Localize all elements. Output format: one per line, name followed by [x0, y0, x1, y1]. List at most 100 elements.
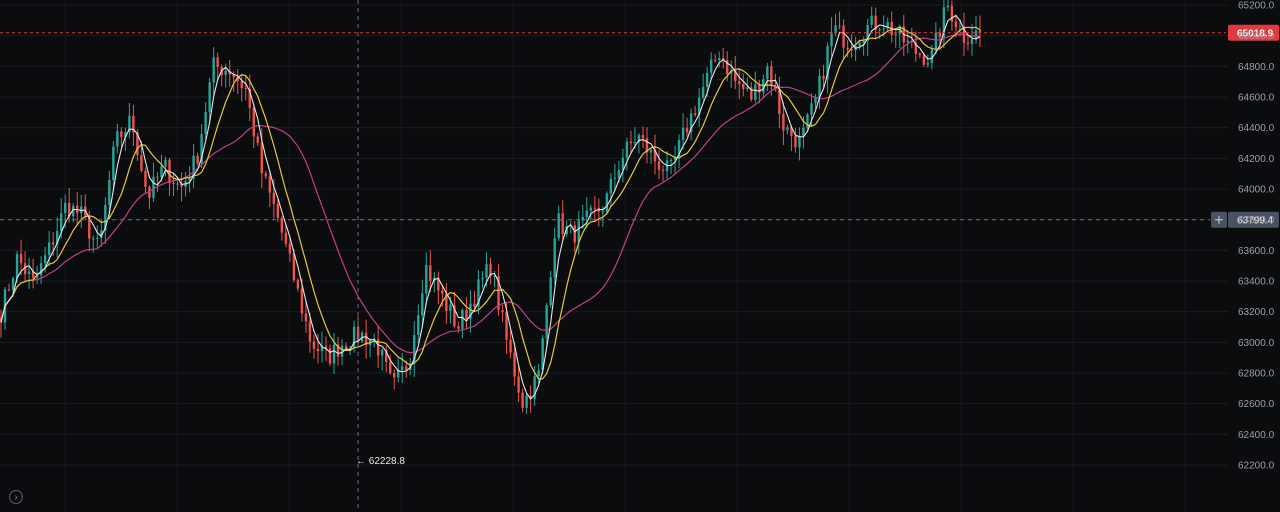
- candle-body: [822, 75, 825, 79]
- candle-body: [441, 290, 444, 294]
- candle-body: [164, 159, 167, 167]
- candle-body: [11, 278, 15, 290]
- candle-body: [288, 243, 292, 254]
- candle-body: [545, 305, 548, 339]
- candle-body: [581, 217, 584, 221]
- candle-body: [894, 34, 897, 36]
- y-tick-label: 65000.0: [1238, 31, 1275, 42]
- candle-body: [786, 127, 789, 131]
- y-tick-label: 62600.0: [1238, 399, 1275, 410]
- candle-body: [918, 53, 922, 56]
- candle-body: [156, 176, 159, 178]
- grid: [0, 0, 1228, 512]
- candle-body: [629, 141, 633, 144]
- candle-body: [858, 42, 861, 46]
- candle-body: [926, 62, 930, 65]
- candle-body: [421, 293, 424, 316]
- candle-body: [216, 57, 219, 67]
- price-chart[interactable]: 65018.963799.4← 62228.8 65200.0 65000.0 64…: [0, 0, 1280, 512]
- candle-body: [152, 176, 155, 199]
- chevron-right-circle-icon[interactable]: ›: [9, 490, 23, 504]
- candle-body: [380, 349, 384, 356]
- candle-body: [473, 303, 476, 307]
- candle-body: [557, 213, 560, 239]
- candle-body: [260, 142, 263, 174]
- candle-body: [144, 170, 147, 187]
- candle-body: [958, 26, 962, 28]
- y-tick-label: 63600.0: [1238, 246, 1275, 257]
- candle-body: [316, 348, 320, 352]
- candle-body: [549, 277, 552, 306]
- candle-body: [685, 127, 689, 133]
- candle-body: [204, 111, 207, 135]
- candle-body: [292, 253, 296, 281]
- candle-body: [806, 114, 809, 128]
- candle-body: [601, 211, 605, 213]
- candle-body: [705, 72, 709, 87]
- candle-body: [838, 25, 841, 27]
- candle-body: [208, 82, 211, 112]
- moving-averages: [0, 14, 981, 400]
- candle-body: [59, 213, 63, 231]
- candle-body: [605, 193, 609, 212]
- candle-body: [633, 141, 637, 144]
- low-marker-label: ← 62228.8: [356, 456, 405, 467]
- candle-body: [27, 271, 31, 275]
- y-tick-label: 62800.0: [1238, 369, 1275, 380]
- candle-body: [457, 326, 460, 329]
- y-tick-label: 63200.0: [1238, 307, 1275, 318]
- candle-body: [401, 366, 404, 371]
- candle-body: [304, 313, 308, 322]
- candle-body: [974, 30, 978, 40]
- candle-body: [417, 315, 420, 335]
- y-tick-label: 62200.0: [1238, 461, 1275, 472]
- candle-body: [613, 177, 617, 179]
- candle-body: [946, 5, 950, 8]
- candle-body: [625, 141, 629, 158]
- candle-body: [573, 225, 576, 243]
- candle-body: [718, 58, 721, 61]
- candle-body: [782, 114, 785, 131]
- candle-body: [284, 232, 288, 244]
- candle-body: [224, 70, 227, 76]
- candle-body: [834, 25, 837, 33]
- candle-body: [681, 127, 685, 141]
- candle-body: [172, 183, 175, 185]
- candle-body: [509, 339, 512, 353]
- candle-body: [950, 5, 954, 22]
- candle-body: [112, 146, 115, 181]
- candle-body: [212, 57, 215, 83]
- candle-body: [268, 176, 272, 193]
- candle-body: [272, 192, 276, 204]
- candle-body: [300, 288, 304, 314]
- candle-body: [561, 213, 564, 235]
- candle-body: [657, 161, 661, 170]
- candle-body: [276, 203, 280, 218]
- candle-body: [878, 29, 881, 31]
- y-tick-label: 65200.0: [1238, 1, 1275, 12]
- candle-body: [870, 15, 873, 25]
- candle-body: [43, 255, 47, 264]
- candle-body: [63, 202, 67, 214]
- candle-body: [240, 81, 243, 89]
- candle-body: [585, 210, 588, 218]
- candle-body: [39, 263, 43, 276]
- candle-body: [513, 352, 516, 377]
- candle-body: [176, 183, 179, 185]
- y-tick-label: 63000.0: [1238, 338, 1275, 349]
- candle-body: [332, 344, 336, 364]
- overlays: 65018.963799.4← 62228.8: [0, 0, 1279, 512]
- candle-body: [882, 28, 885, 30]
- candle-body: [449, 304, 452, 312]
- candle-body: [96, 237, 99, 239]
- ma-mid-line: [0, 26, 981, 380]
- candle-body: [296, 280, 300, 289]
- candle-body: [344, 345, 348, 349]
- candle-body: [47, 242, 51, 256]
- candle-body: [521, 392, 524, 408]
- candle-body: [649, 149, 653, 153]
- candle-body: [922, 55, 926, 65]
- candle-body: [661, 169, 665, 172]
- candle-body: [51, 242, 55, 245]
- candle-body: [15, 253, 19, 279]
